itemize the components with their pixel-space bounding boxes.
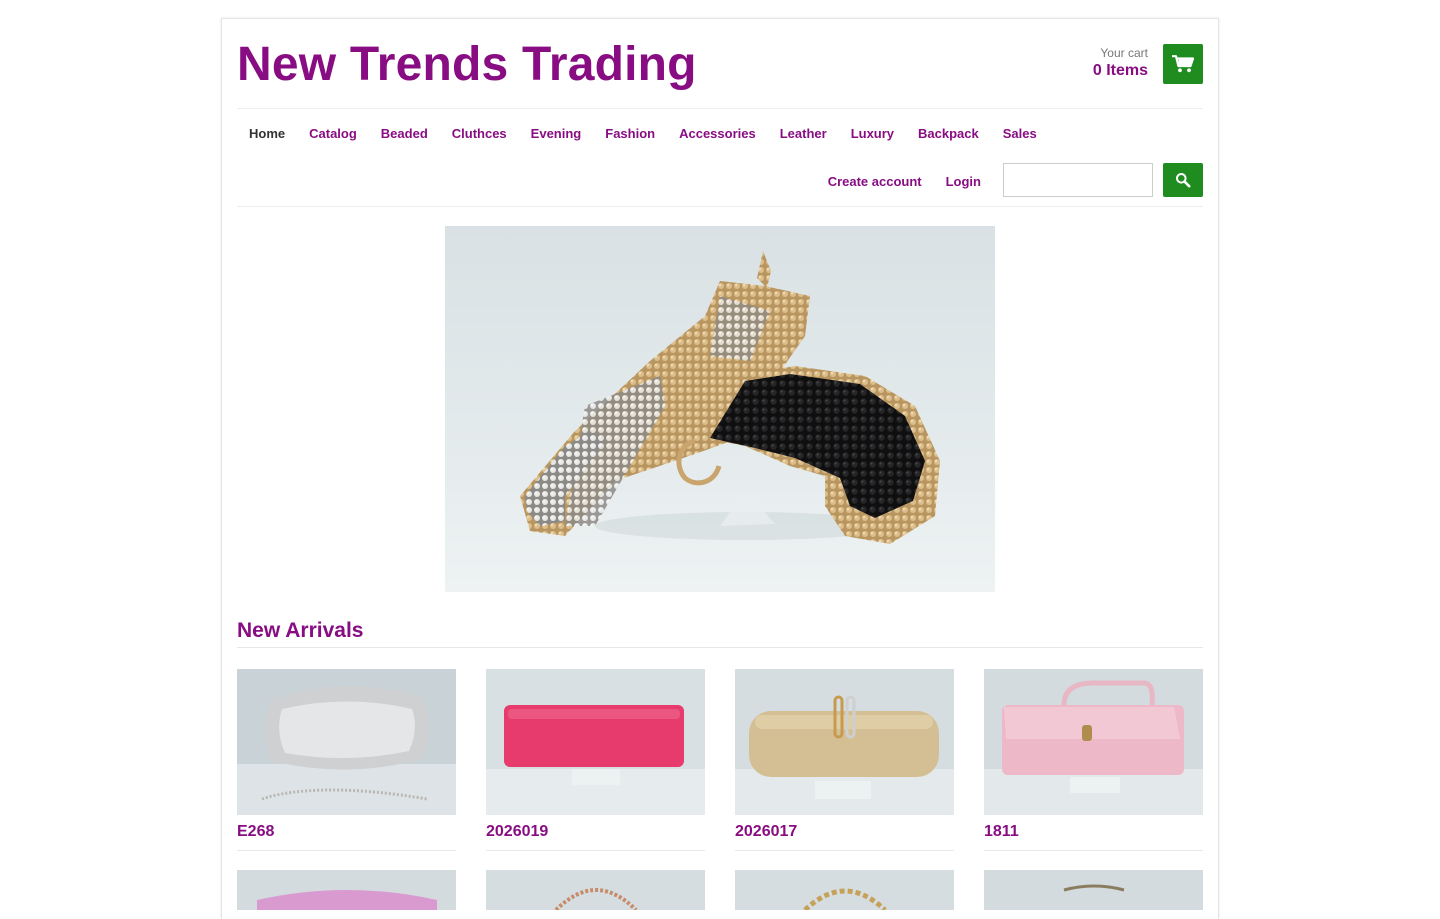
product-name[interactable]: E268	[237, 823, 456, 851]
new-arrivals-title: New Arrivals	[237, 619, 364, 642]
nav-item-evening[interactable]: Evening	[531, 126, 582, 141]
product-card	[735, 870, 954, 910]
cart-count[interactable]: 0 Items	[1093, 62, 1148, 80]
product-image[interactable]	[984, 870, 1203, 910]
navigation-bar: Home Catalog Beaded Cluthces Evening Fashion A…	[237, 108, 1203, 207]
product-card: E268	[237, 669, 456, 851]
rhinestone-gun-clutch-image	[520, 251, 940, 544]
nav-item-backpack[interactable]: Backpack	[918, 126, 979, 141]
product-image[interactable]	[237, 870, 456, 910]
nav-item-cluthces[interactable]: Cluthces	[452, 126, 507, 141]
product-card: 1811	[984, 669, 1203, 851]
main-nav: Home Catalog Beaded Cluthces Evening Fashion A…	[249, 126, 1037, 141]
search-button[interactable]	[1163, 163, 1203, 197]
nav-item-fashion[interactable]: Fashion	[605, 126, 655, 141]
nav-item-home[interactable]: Home	[249, 126, 285, 141]
product-image-pink-clutch[interactable]	[486, 669, 705, 815]
product-image[interactable]	[486, 870, 705, 910]
search-icon	[1176, 173, 1191, 188]
product-card	[984, 870, 1203, 910]
account-links: Create account Login	[828, 174, 981, 189]
product-image-pink-leather-bag[interactable]	[984, 669, 1203, 815]
nav-item-sales[interactable]: Sales	[1003, 126, 1037, 141]
product-card: 2026017	[735, 669, 954, 851]
product-card: 2026019	[486, 669, 705, 851]
cart-label: Your cart	[1100, 46, 1148, 60]
nav-item-leather[interactable]: Leather	[780, 126, 827, 141]
product-image-gold-clutch[interactable]	[735, 669, 954, 815]
product-name[interactable]: 2026017	[735, 823, 954, 851]
nav-item-beaded[interactable]: Beaded	[381, 126, 428, 141]
store-logo[interactable]: New Trends Trading	[237, 37, 697, 92]
page-container: New Trends Trading Your cart 0 Items Hom…	[221, 18, 1219, 919]
cart-summary[interactable]: Your cart 0 Items	[1093, 46, 1148, 80]
product-card	[237, 870, 456, 910]
nav-item-accessories[interactable]: Accessories	[679, 126, 756, 141]
nav-item-luxury[interactable]: Luxury	[851, 126, 894, 141]
search-input[interactable]	[1003, 163, 1153, 197]
product-name[interactable]: 2026019	[486, 823, 705, 851]
featured-product-image[interactable]	[445, 226, 995, 592]
product-image[interactable]	[735, 870, 954, 910]
cart-button[interactable]	[1163, 44, 1203, 84]
cart-widget: Your cart 0 Items	[1043, 44, 1203, 84]
create-account-link[interactable]: Create account	[828, 174, 922, 189]
cart-icon	[1172, 55, 1194, 73]
product-card	[486, 870, 705, 910]
product-name[interactable]: 1811	[984, 823, 1203, 851]
product-image-silver-pouch[interactable]	[237, 669, 456, 815]
nav-item-catalog[interactable]: Catalog	[309, 126, 357, 141]
login-link[interactable]: Login	[946, 174, 981, 189]
section-divider	[237, 647, 1203, 648]
